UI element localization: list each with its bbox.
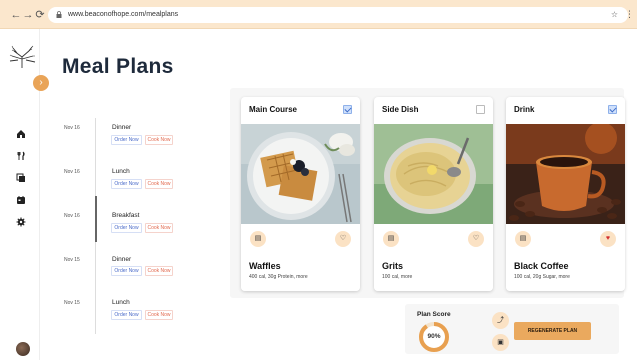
timeline-date: Nov 15 — [64, 300, 80, 306]
meal-card-side-dish[interactable]: Side Dish ▤ ♡ Grits 100 cal, more — [374, 97, 493, 291]
card-category: Drink — [514, 105, 535, 114]
share-icon[interactable]: ⤴ — [492, 312, 509, 329]
calendar-icon[interactable] — [16, 195, 26, 205]
food-nutrition: 100 cal, 20g Sugar, more — [514, 274, 570, 280]
grits-photo — [374, 124, 493, 224]
meal-card-main-course[interactable]: Main Course ▤ ♡ Waffles 400 cal, 30g Pro… — [241, 97, 360, 291]
order-now-button[interactable]: Order Now — [111, 179, 142, 189]
browser-window: ← → ⟳ www.beaconofhope.com/mealplans ☆ ⋮… — [0, 0, 637, 360]
waffles-photo — [241, 124, 360, 224]
timeline-meal: Breakfast — [112, 212, 140, 219]
forward-icon[interactable]: → — [22, 9, 34, 21]
bookmark-star-icon[interactable]: ☆ — [611, 7, 618, 23]
lock-icon — [56, 11, 62, 18]
tree-logo-icon — [9, 45, 36, 68]
nutrition-info-icon[interactable]: ▤ — [515, 231, 531, 247]
order-now-button[interactable]: Order Now — [111, 266, 142, 276]
nutrition-info-icon[interactable]: ▤ — [383, 231, 399, 247]
card-category: Main Course — [249, 105, 298, 114]
food-name: Black Coffee — [514, 261, 569, 271]
home-icon[interactable] — [16, 129, 26, 139]
timeline-meal: Dinner — [112, 124, 132, 131]
timeline-active-marker — [95, 196, 97, 242]
browser-toolbar: ← → ⟳ www.beaconofhope.com/mealplans ☆ ⋮ — [0, 0, 637, 29]
regenerate-plan-button[interactable]: REGENERATE PLAN — [514, 322, 591, 340]
reload-icon[interactable]: ⟳ — [34, 9, 46, 21]
settings-gear-icon[interactable] — [16, 217, 26, 227]
order-now-button[interactable]: Order Now — [111, 135, 142, 145]
cook-now-button[interactable]: Cook Now — [145, 310, 173, 320]
meal-plans-icon[interactable] — [16, 173, 26, 183]
timeline-meal: Dinner — [112, 256, 132, 263]
cook-now-button[interactable]: Cook Now — [145, 223, 173, 233]
select-checkbox[interactable] — [608, 105, 617, 114]
user-avatar[interactable] — [16, 342, 30, 356]
cook-now-button[interactable]: Cook Now — [145, 266, 173, 276]
favorite-heart-icon[interactable]: ♡ — [468, 231, 484, 247]
timeline-meal: Lunch — [112, 299, 130, 306]
timeline-date: Nov 16 — [64, 213, 80, 219]
page-title: Meal Plans — [62, 55, 174, 78]
plan-score-value: 90% — [427, 333, 441, 340]
save-icon[interactable]: ▣ — [492, 334, 509, 351]
order-now-button[interactable]: Order Now — [111, 223, 142, 233]
black-coffee-photo — [506, 124, 625, 224]
address-bar[interactable]: www.beaconofhope.com/mealplans ☆ — [48, 7, 628, 23]
url-text: www.beaconofhope.com/mealplans — [68, 11, 179, 18]
favorite-heart-filled-icon[interactable]: ♥ — [600, 231, 616, 247]
favorite-heart-icon[interactable]: ♡ — [335, 231, 351, 247]
cook-now-button[interactable]: Cook Now — [145, 179, 173, 189]
cook-now-button[interactable]: Cook Now — [145, 135, 173, 145]
nutrition-info-icon[interactable]: ▤ — [250, 231, 266, 247]
food-nutrition: 100 cal, more — [382, 274, 413, 280]
timeline-date: Nov 16 — [64, 125, 80, 131]
browser-menu-icon[interactable]: ⋮ — [625, 9, 634, 19]
utensils-icon[interactable] — [16, 151, 26, 161]
food-nutrition: 400 cal, 30g Protein, more — [249, 274, 308, 280]
select-checkbox[interactable] — [476, 105, 485, 114]
timeline-date: Nov 16 — [64, 169, 80, 175]
back-icon[interactable]: ← — [10, 9, 22, 21]
food-name: Grits — [382, 261, 404, 271]
plan-score-label: Plan Score — [417, 311, 451, 318]
timeline-meal: Lunch — [112, 168, 130, 175]
order-now-button[interactable]: Order Now — [111, 310, 142, 320]
timeline-date: Nov 15 — [64, 257, 80, 263]
select-checkbox[interactable] — [343, 105, 352, 114]
meal-card-drink[interactable]: Drink ▤ ♥ Black Coffee 100 cal, 20g Suga… — [506, 97, 625, 291]
food-name: Waffles — [249, 261, 281, 271]
card-category: Side Dish — [382, 105, 419, 114]
expand-sidebar-button[interactable]: › — [33, 75, 49, 91]
